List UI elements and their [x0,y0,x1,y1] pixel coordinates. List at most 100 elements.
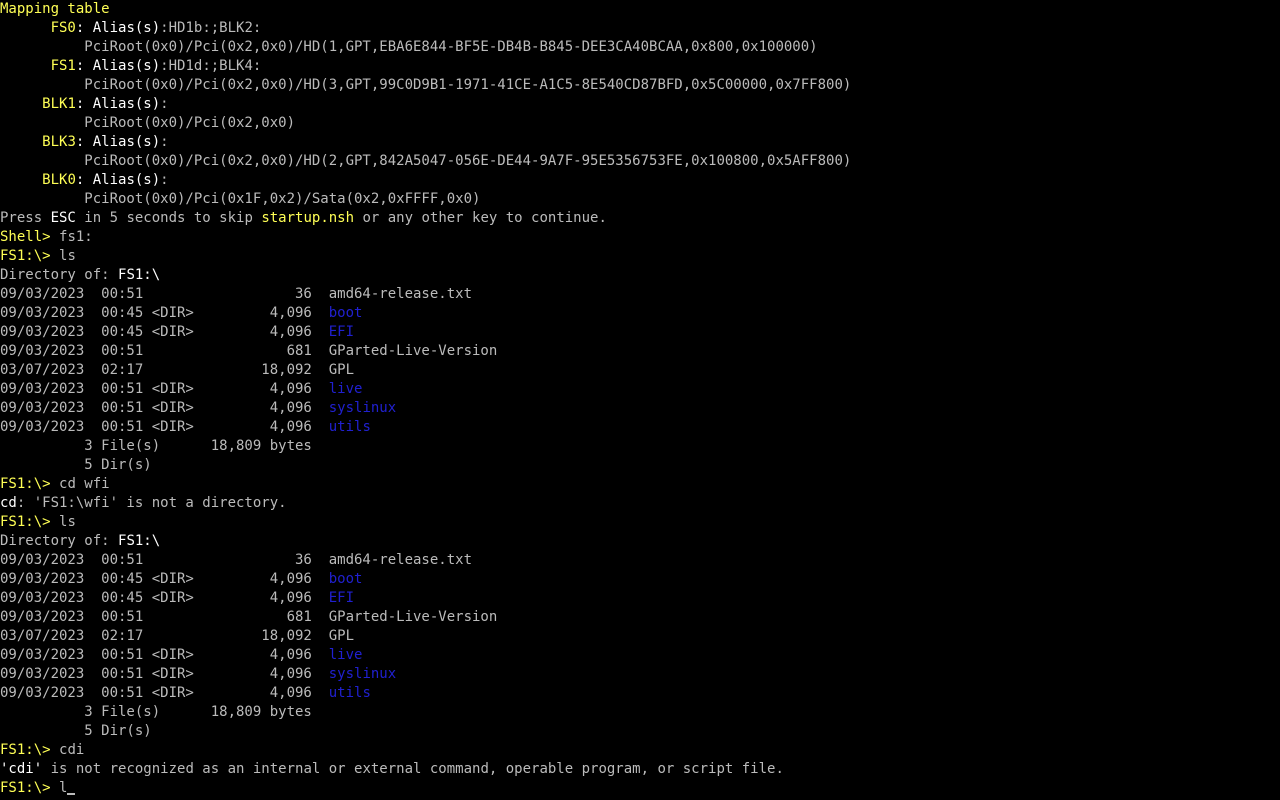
terminal-line: 09/03/2023 00:51 36 amd64-release.txt [0,551,472,570]
terminal-text-segment: EFI [328,590,355,606]
terminal-text-segment: : [75,134,93,150]
terminal-text-segment: ls [59,248,76,264]
terminal-text-segment: is not recognized as an internal or exte… [42,761,784,777]
terminal-text-segment: FS1:\> [0,780,60,796]
terminal-text-segment: 09/03/2023 00:51 36 amd64-release.txt [0,552,473,568]
terminal-line: BLK0: Alias(s): [0,171,169,190]
terminal-text-segment: FS1:\> [0,476,60,492]
terminal-text-segment: PciRoot(0x0)/Pci(0x2,0x0)/HD(1,GPT,EBA6E… [0,39,818,55]
terminal-text-segment: ESC [50,210,76,226]
terminal-text-segment: BLK1 [42,96,76,112]
terminal-text-segment: utils [328,419,371,435]
terminal-line: 09/03/2023 00:51 <DIR> 4,096 syslinux [0,399,396,418]
terminal-text-segment: : 'FS1:\wfi' is not a directory. [16,495,287,511]
terminal-text-segment: 3 File(s) 18,809 bytes [0,438,312,454]
terminal-line: Mapping table [0,0,110,19]
terminal-text-segment: FS1:\ [118,533,161,549]
terminal-text-segment: 09/03/2023 00:45 <DIR> 4,096 [0,324,329,340]
terminal-line: 03/07/2023 02:17 18,092 GPL [0,361,354,380]
terminal-text-segment: 3 File(s) 18,809 bytes [0,704,312,720]
terminal-text-segment: : [75,172,93,188]
terminal-text-segment: 09/03/2023 00:51 <DIR> 4,096 [0,419,329,435]
terminal-text-segment: : [160,96,169,112]
terminal-text-segment: Alias(s) [92,134,161,150]
terminal-text-segment: 5 Dir(s) [0,723,152,739]
terminal-text-segment: 09/03/2023 00:51 <DIR> 4,096 [0,400,329,416]
terminal-text-segment: syslinux [328,666,397,682]
terminal-text-segment: 09/03/2023 00:45 <DIR> 4,096 [0,305,329,321]
terminal-text-segment: 'cdi' [0,761,43,777]
terminal-text-segment: :HD1d:;BLK4: [160,58,262,74]
terminal-line: Press ESC in 5 seconds to skip startup.n… [0,209,607,228]
terminal-text-segment: boot [328,305,363,321]
terminal-line: 09/03/2023 00:51 <DIR> 4,096 live [0,646,362,665]
terminal-line: Directory of: FS1:\ [0,532,160,551]
terminal-text-segment: EFI [328,324,355,340]
terminal-text-segment: PciRoot(0x0)/Pci(0x1F,0x2)/Sata(0x2,0xFF… [0,191,481,207]
text-cursor [67,793,76,795]
terminal-line: PciRoot(0x0)/Pci(0x2,0x0)/HD(2,GPT,842A5… [0,152,851,171]
terminal-text-segment: : [160,172,169,188]
terminal-text-segment: Alias(s) [92,58,161,74]
terminal-line: 09/03/2023 00:45 <DIR> 4,096 boot [0,304,362,323]
terminal-text-segment: BLK0 [42,172,76,188]
terminal-line: 09/03/2023 00:51 36 amd64-release.txt [0,285,472,304]
terminal-text-segment: 03/07/2023 02:17 18,092 GPL [0,362,355,378]
terminal-text-segment: fs1: [59,229,93,245]
terminal-text-segment: cdi [59,742,85,758]
terminal-text-segment: live [328,381,363,397]
terminal-text-segment: 09/03/2023 00:51 36 amd64-release.txt [0,286,473,302]
terminal-text-segment: l [59,780,68,796]
terminal-line: FS1:\> ls [0,247,76,266]
terminal-text-segment: 03/07/2023 02:17 18,092 GPL [0,628,355,644]
terminal-line: 3 File(s) 18,809 bytes [0,703,312,722]
terminal-text-segment: PciRoot(0x0)/Pci(0x2,0x0)/HD(2,GPT,842A5… [0,153,852,169]
terminal-text-segment: PciRoot(0x0)/Pci(0x2,0x0)/HD(3,GPT,99C0D… [0,77,852,93]
terminal-line: 09/03/2023 00:51 <DIR> 4,096 utils [0,684,371,703]
terminal-text-segment: Mapping table [0,1,110,17]
terminal-text-segment: :HD1b:;BLK2: [160,20,262,36]
terminal-text-segment: 09/03/2023 00:45 <DIR> 4,096 [0,571,329,587]
terminal-text-segment: 09/03/2023 00:45 <DIR> 4,096 [0,590,329,606]
terminal-line: 09/03/2023 00:51 681 GParted-Live-Versio… [0,608,497,627]
terminal-line: 03/07/2023 02:17 18,092 GPL [0,627,354,646]
terminal-text-segment: Shell> [0,229,60,245]
terminal-line: PciRoot(0x0)/Pci(0x2,0x0) [0,114,295,133]
terminal-text-segment: FS0 [50,20,76,36]
terminal-line: 09/03/2023 00:45 <DIR> 4,096 EFI [0,323,354,342]
terminal-text-segment: PciRoot(0x0)/Pci(0x2,0x0) [0,115,296,131]
terminal-text-segment: : [75,20,93,36]
terminal-text-segment: or any other key to continue. [354,210,607,226]
terminal-line: cd: 'FS1:\wfi' is not a directory. [0,494,287,513]
terminal-text-segment: 09/03/2023 00:51 <DIR> 4,096 [0,685,329,701]
terminal-text-segment: : [160,134,169,150]
terminal-line: PciRoot(0x0)/Pci(0x2,0x0)/HD(3,GPT,99C0D… [0,76,851,95]
terminal-line: 09/03/2023 00:51 <DIR> 4,096 utils [0,418,371,437]
terminal-line: FS1:\> cdi [0,741,84,760]
terminal-line: 09/03/2023 00:51 <DIR> 4,096 syslinux [0,665,396,684]
terminal-text-segment: 09/03/2023 00:51 681 GParted-Live-Versio… [0,343,498,359]
terminal-text-segment: FS1:\> [0,742,60,758]
uefi-shell-terminal[interactable]: Mapping table FS0: Alias(s):HD1b:;BLK2: … [0,0,1280,800]
terminal-text-segment: 09/03/2023 00:51 <DIR> 4,096 [0,381,329,397]
terminal-text-segment: FS1:\> [0,514,60,530]
terminal-text-segment: ls [59,514,76,530]
terminal-text-segment: Press [0,210,51,226]
terminal-text-segment: Alias(s) [92,20,161,36]
terminal-line: Directory of: FS1:\ [0,266,160,285]
terminal-line: 09/03/2023 00:45 <DIR> 4,096 EFI [0,589,354,608]
terminal-text-segment: Directory of: [0,267,119,283]
terminal-line: 'cdi' is not recognized as an internal o… [0,760,784,779]
terminal-text-segment: Alias(s) [92,172,161,188]
terminal-line: BLK3: Alias(s): [0,133,169,152]
terminal-text-segment: syslinux [328,400,397,416]
terminal-text-segment: FS1 [50,58,76,74]
terminal-text-segment: cd wfi [59,476,110,492]
terminal-line: PciRoot(0x0)/Pci(0x2,0x0)/HD(1,GPT,EBA6E… [0,38,818,57]
terminal-line: FS1: Alias(s):HD1d:;BLK4: [0,57,262,76]
terminal-line: 3 File(s) 18,809 bytes [0,437,312,456]
